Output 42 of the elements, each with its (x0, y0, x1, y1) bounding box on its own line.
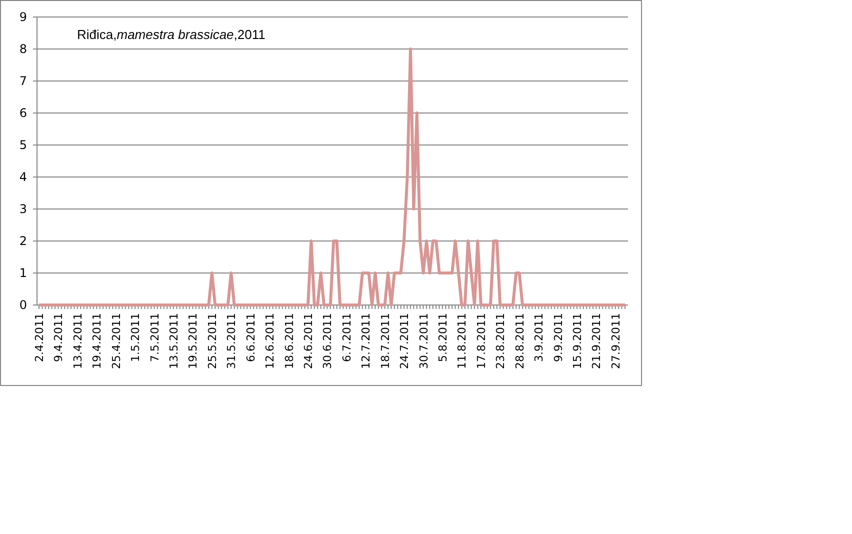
y-tick-label: 1 (19, 266, 27, 280)
y-tick-label: 6 (19, 106, 27, 120)
y-tick-label: 4 (19, 170, 27, 184)
x-tick-label: 12.6.2011 (264, 313, 277, 369)
x-tick-label: 12.7.2011 (360, 313, 373, 369)
x-tick-label: 19.4.2011 (90, 313, 104, 369)
y-tick-label: 7 (19, 74, 27, 88)
x-tick-label: 30.7.2011 (417, 313, 430, 369)
x-tick-label: 24.7.2011 (398, 313, 412, 369)
x-tick-label: 9.9.2011 (552, 313, 565, 362)
x-tick-label: 6.7.2011 (340, 313, 354, 362)
x-tick-label: 5.8.2011 (436, 313, 450, 362)
x-tick-label: 23.8.2011 (494, 313, 508, 369)
x-tick-label: 3.9.2011 (532, 313, 546, 362)
x-tick-label: 25.5.2011 (206, 313, 219, 369)
x-tick-label: 21.9.2011 (590, 313, 604, 369)
x-tick-label: 1.5.2011 (129, 313, 142, 362)
x-tick-label: 30.6.2011 (321, 313, 334, 369)
x-tick-label: 17.8.2011 (474, 313, 488, 369)
y-tick-label: 5 (19, 138, 27, 152)
y-tick-label: 2 (19, 234, 27, 248)
y-tick-label: 9 (19, 10, 27, 24)
x-tick-label: 13.4.2011 (71, 313, 84, 369)
y-tick-label: 0 (19, 298, 27, 312)
x-tick-label: 27.9.2011 (609, 313, 622, 369)
chart-title: Riđica,mamestra brassicae,2011 (77, 26, 266, 44)
x-tick-label: 31.5.2011 (225, 313, 238, 369)
x-tick-label: 18.7.2011 (378, 313, 392, 369)
x-tick-label: 2.4.2011 (33, 313, 46, 362)
x-tick-label: 28.8.2011 (513, 313, 526, 369)
x-tick-label: 25.4.2011 (110, 313, 123, 369)
y-tick-label: 8 (19, 42, 27, 56)
x-tick-label: 24.6.2011 (302, 313, 315, 369)
x-tick-label: 6.6.2011 (244, 313, 258, 362)
x-tick-label: 7.5.2011 (148, 313, 162, 362)
x-tick-label: 19.5.2011 (186, 313, 200, 369)
x-tick-label: 15.9.2011 (570, 313, 584, 369)
x-tick-label: 18.6.2011 (282, 313, 296, 369)
y-tick-label: 3 (19, 202, 27, 216)
x-tick-label: 9.4.2011 (52, 313, 66, 362)
x-tick-label: 11.8.2011 (456, 313, 469, 369)
x-tick-label: 13.5.2011 (168, 313, 180, 369)
